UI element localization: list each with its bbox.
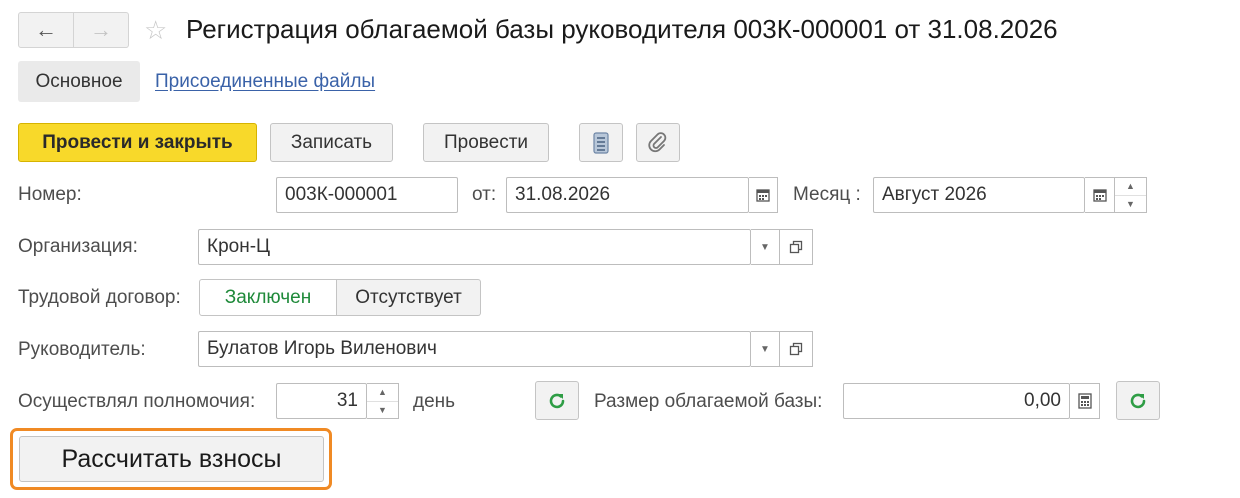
document-list-button[interactable] bbox=[579, 123, 623, 162]
attach-file-button[interactable] bbox=[636, 123, 680, 162]
month-stepper[interactable]: ▲ ▼ bbox=[1115, 177, 1147, 213]
tab-main[interactable]: Основное bbox=[18, 61, 140, 102]
tab-attached-files[interactable]: Присоединенные файлы bbox=[155, 71, 375, 93]
document-list-icon bbox=[593, 131, 609, 154]
refresh-icon bbox=[549, 393, 565, 408]
chevron-down-icon: ▼ bbox=[760, 241, 770, 253]
month-label: Месяц : bbox=[793, 184, 861, 205]
save-button[interactable]: Записать bbox=[270, 123, 393, 162]
calendar-icon bbox=[1092, 189, 1107, 202]
stepper-down-icon[interactable]: ▼ bbox=[1115, 196, 1146, 213]
powers-label: Осуществлял полномочия: bbox=[18, 391, 256, 412]
calculate-contributions-button[interactable]: Рассчитать взносы bbox=[19, 436, 324, 482]
labor-contract-label: Трудовой договор: bbox=[18, 287, 181, 308]
manager-input[interactable]: Булатов Игорь Виленович bbox=[198, 331, 751, 367]
tax-base-input[interactable]: 0,00 bbox=[843, 383, 1070, 419]
post-button[interactable]: Провести bbox=[423, 123, 549, 162]
page-title: Регистрация облагаемой базы руководителя… bbox=[186, 14, 1058, 44]
contract-absent-option[interactable]: Отсутствует bbox=[337, 279, 481, 316]
date-calendar-button[interactable] bbox=[749, 177, 778, 213]
stepper-down-icon[interactable]: ▼ bbox=[367, 402, 398, 419]
organization-open-button[interactable] bbox=[780, 229, 813, 265]
stepper-up-icon[interactable]: ▲ bbox=[1115, 178, 1146, 196]
tax-base-calculator-button[interactable] bbox=[1070, 383, 1100, 419]
open-form-icon bbox=[789, 240, 803, 254]
stepper-up-icon[interactable]: ▲ bbox=[367, 384, 398, 402]
organization-dropdown-button[interactable]: ▼ bbox=[751, 229, 780, 265]
arrow-left-icon: ← bbox=[35, 17, 57, 42]
chevron-down-icon: ▼ bbox=[760, 343, 770, 355]
back-button[interactable]: ← bbox=[18, 12, 74, 48]
manager-dropdown-button[interactable]: ▼ bbox=[751, 331, 780, 367]
refresh-icon bbox=[1130, 393, 1146, 408]
manager-open-button[interactable] bbox=[780, 331, 813, 367]
number-input[interactable]: 003К-000001 bbox=[276, 177, 458, 213]
calendar-icon bbox=[756, 189, 770, 202]
month-input[interactable]: Август 2026 bbox=[873, 177, 1085, 213]
number-label: Номер: bbox=[18, 184, 82, 205]
month-calendar-button[interactable] bbox=[1085, 177, 1115, 213]
arrow-right-icon: → bbox=[90, 17, 112, 42]
manager-label: Руководитель: bbox=[18, 339, 146, 360]
powers-days-input[interactable]: 31 bbox=[276, 383, 367, 419]
forward-button[interactable]: → bbox=[73, 12, 129, 48]
date-input[interactable]: 31.08.2026 bbox=[506, 177, 749, 213]
favorite-star-icon[interactable]: ☆ bbox=[144, 15, 167, 45]
organization-input[interactable]: Крон-Ц bbox=[198, 229, 751, 265]
calculator-icon bbox=[1077, 393, 1092, 409]
date-label: от: bbox=[472, 184, 497, 205]
refresh-tax-base-button[interactable] bbox=[1116, 381, 1160, 420]
tax-base-label: Размер облагаемой базы: bbox=[594, 391, 823, 412]
contract-concluded-option[interactable]: Заключен bbox=[199, 279, 337, 316]
post-and-close-button[interactable]: Провести и закрыть bbox=[18, 123, 257, 162]
refresh-powers-button[interactable] bbox=[535, 381, 579, 420]
paperclip-icon bbox=[648, 131, 667, 152]
powers-unit-label: день bbox=[413, 391, 456, 412]
organization-label: Организация: bbox=[18, 236, 138, 257]
powers-days-stepper[interactable]: ▲ ▼ bbox=[367, 383, 399, 419]
open-form-icon bbox=[789, 342, 803, 356]
